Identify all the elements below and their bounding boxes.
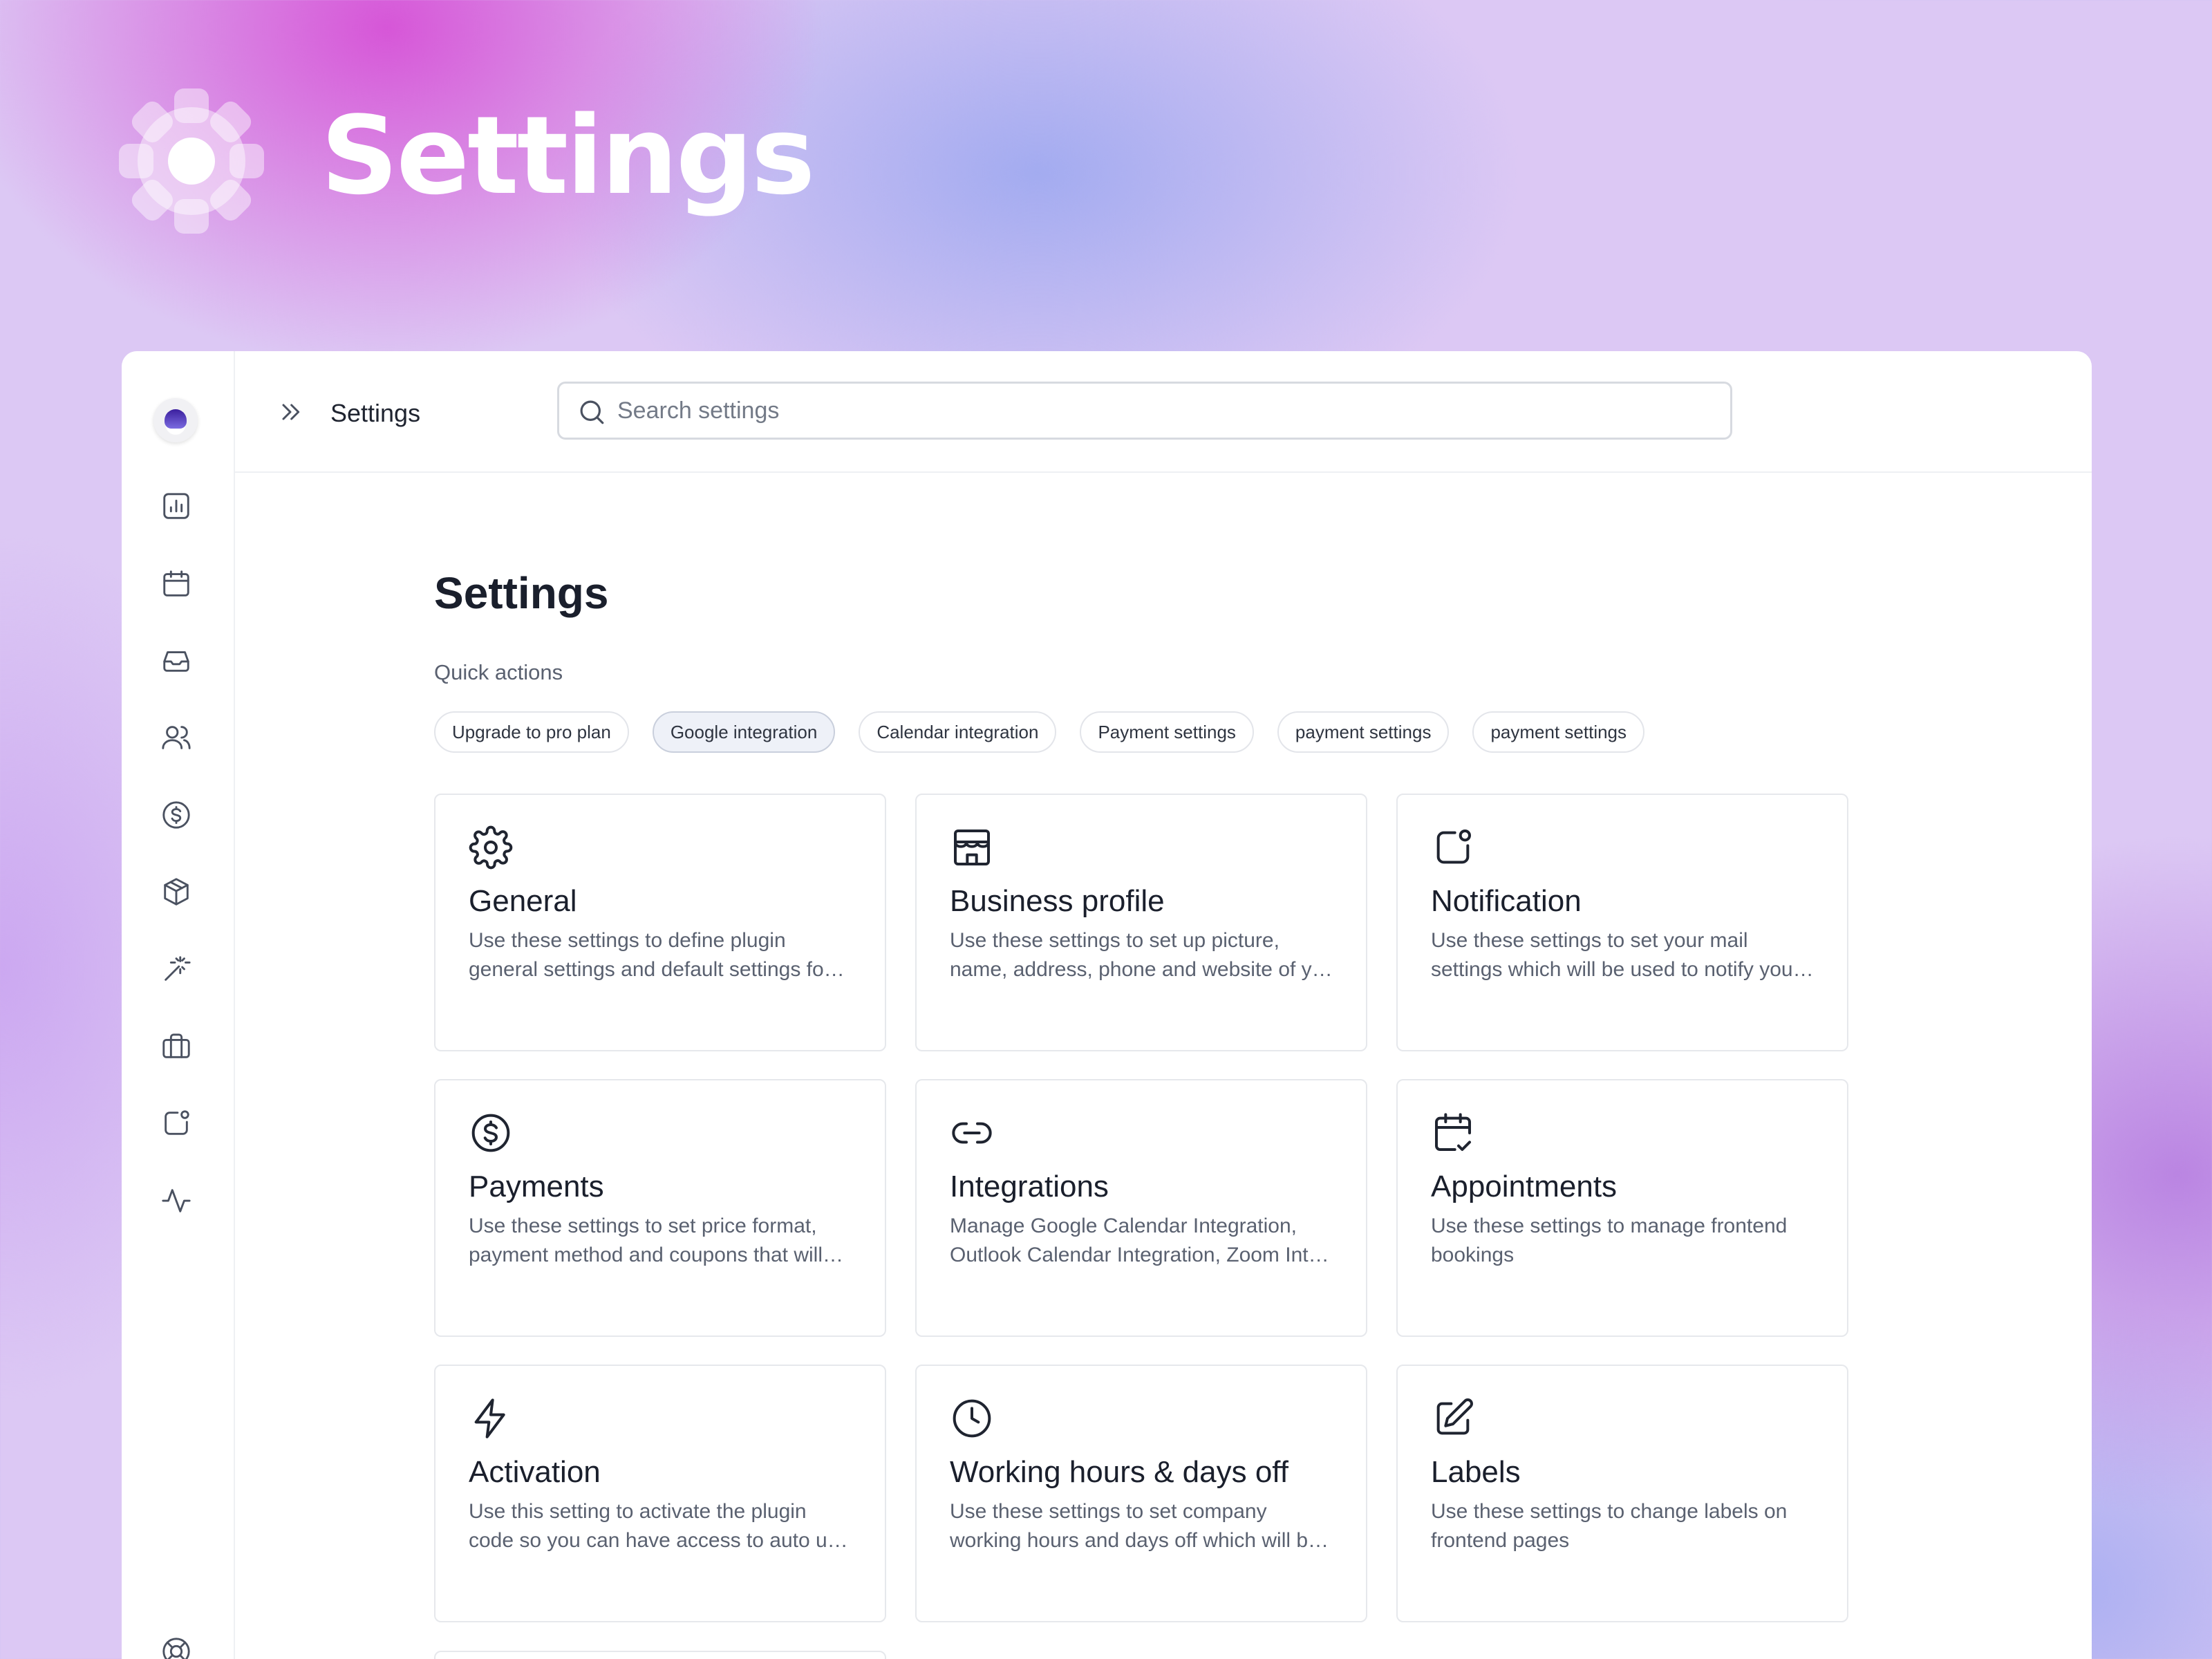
search-box[interactable] xyxy=(557,382,1732,440)
settings-cards: General Use these settings to define plu… xyxy=(434,794,1848,1622)
chip-payment-settings-2[interactable]: payment settings xyxy=(1277,711,1450,753)
expand-sidebar-icon[interactable] xyxy=(276,398,304,426)
lifebuoy-icon[interactable] xyxy=(160,1635,192,1659)
clock-icon xyxy=(950,1396,994,1441)
calendar-icon[interactable] xyxy=(160,568,192,599)
card-description: Use these settings to manage frontend bo… xyxy=(1431,1215,1788,1266)
wand-icon[interactable] xyxy=(160,953,192,985)
avatar[interactable] xyxy=(153,398,198,442)
card-title: Notification xyxy=(1431,884,1582,918)
card-description: Use this setting to activate the plugin … xyxy=(469,1500,848,1552)
card-working-hours[interactable]: Working hours & days off Use these setti… xyxy=(915,1365,1367,1622)
lightning-icon xyxy=(469,1396,513,1441)
users-icon[interactable] xyxy=(160,722,192,753)
store-icon xyxy=(950,825,994,870)
card-integrations[interactable]: Integrations Manage Google Calendar Inte… xyxy=(915,1079,1367,1337)
bar-chart-icon[interactable] xyxy=(160,490,192,522)
app-window: Settings Settings Quick actions Upgrade … xyxy=(122,351,2092,1659)
card-description: Use these settings to set your mail sett… xyxy=(1431,929,1814,981)
card-labels[interactable]: Labels Use these settings to change labe… xyxy=(1396,1365,1848,1622)
card-title: Working hours & days off xyxy=(950,1455,1288,1489)
page-title: Settings xyxy=(434,568,609,618)
chip-payment-settings[interactable]: Payment settings xyxy=(1080,711,1254,753)
card-partial[interactable] xyxy=(434,1651,886,1659)
notification-icon[interactable] xyxy=(160,1107,192,1139)
card-notification[interactable]: Notification Use these settings to set y… xyxy=(1396,794,1848,1051)
dollar-icon xyxy=(469,1111,513,1155)
card-general[interactable]: General Use these settings to define plu… xyxy=(434,794,886,1051)
card-description: Use these settings to define plugin gene… xyxy=(469,929,845,981)
topbar-title: Settings xyxy=(330,399,421,427)
search-icon xyxy=(577,397,606,427)
quick-actions: Upgrade to pro plan Google integration C… xyxy=(434,711,1645,753)
card-description: Manage Google Calendar Integration, Outl… xyxy=(950,1215,1329,1266)
sidebar xyxy=(122,351,235,1659)
card-title: Business profile xyxy=(950,884,1165,918)
card-activation[interactable]: Activation Use this setting to activate … xyxy=(434,1365,886,1622)
hero-gear-icon xyxy=(119,88,264,234)
chip-calendar-integration[interactable]: Calendar integration xyxy=(859,711,1057,753)
inbox-icon[interactable] xyxy=(160,644,192,676)
dollar-icon[interactable] xyxy=(160,799,192,831)
card-title: Labels xyxy=(1431,1455,1521,1489)
calendar-check-icon xyxy=(1431,1111,1475,1155)
edit-icon xyxy=(1431,1396,1475,1441)
quick-actions-label: Quick actions xyxy=(434,660,563,684)
hero-title: Settings xyxy=(321,93,815,218)
search-input[interactable] xyxy=(617,391,1709,431)
box-icon[interactable] xyxy=(160,876,192,908)
chip-payment-settings-3[interactable]: payment settings xyxy=(1472,711,1645,753)
chip-google-integration[interactable]: Google integration xyxy=(652,711,836,753)
card-title: Activation xyxy=(469,1455,601,1489)
card-business-profile[interactable]: Business profile Use these settings to s… xyxy=(915,794,1367,1051)
card-payments[interactable]: Payments Use these settings to set price… xyxy=(434,1079,886,1337)
card-title: Integrations xyxy=(950,1170,1109,1203)
card-title: Appointments xyxy=(1431,1170,1618,1203)
briefcase-icon[interactable] xyxy=(160,1031,192,1062)
activity-icon[interactable] xyxy=(160,1185,192,1217)
card-description: Use these settings to set company workin… xyxy=(950,1500,1329,1552)
chip-upgrade-to-pro-plan[interactable]: Upgrade to pro plan xyxy=(434,711,629,753)
notification-icon xyxy=(1431,825,1475,870)
card-description: Use these settings to change labels on f… xyxy=(1431,1500,1788,1552)
card-description: Use these settings to set up picture, na… xyxy=(950,929,1333,981)
gear-icon xyxy=(469,825,513,870)
link-icon xyxy=(950,1111,994,1155)
card-description: Use these settings to set price format, … xyxy=(469,1215,843,1266)
card-title: Payments xyxy=(469,1170,604,1203)
card-title: General xyxy=(469,884,577,918)
card-appointments[interactable]: Appointments Use these settings to manag… xyxy=(1396,1079,1848,1337)
